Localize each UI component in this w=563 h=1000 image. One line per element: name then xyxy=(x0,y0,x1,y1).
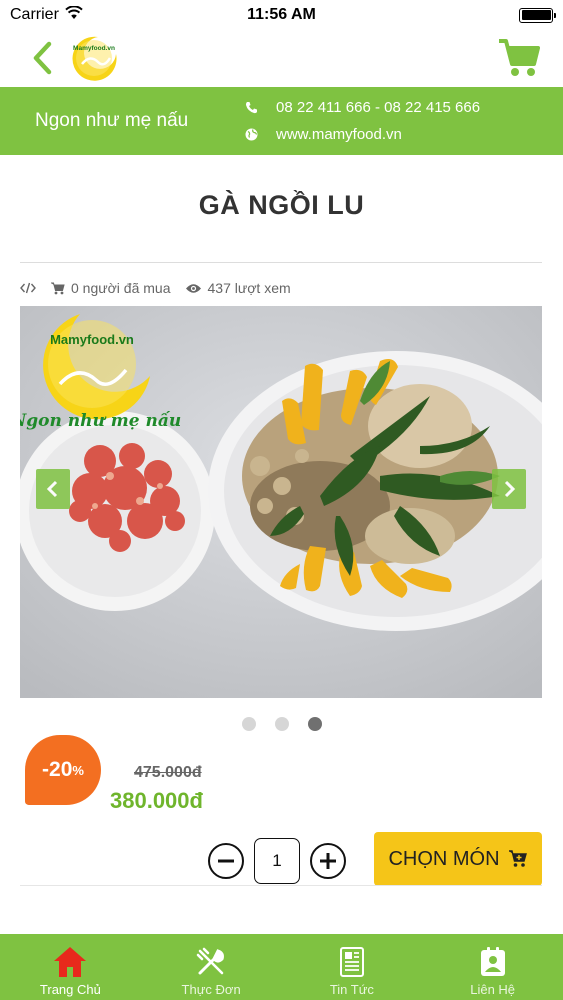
cart-icon xyxy=(499,39,540,76)
order-button[interactable]: CHỌN MÓN xyxy=(374,832,542,886)
website-link: www.mamyfood.vn xyxy=(276,126,402,143)
embed-code-icon[interactable] xyxy=(20,282,36,294)
phone-row[interactable]: 08 22 411 666 - 08 22 415 666 xyxy=(245,99,480,116)
carrier-label: Carrier xyxy=(10,6,59,23)
plus-icon xyxy=(320,853,336,869)
views-count: 437 lượt xem xyxy=(185,280,291,296)
bottom-tab-bar: Trang Chủ Thực Đơn Tin Tức Liên Hệ xyxy=(0,934,563,1000)
tab-menu-label: Thực Đơn xyxy=(181,982,241,997)
news-icon xyxy=(339,947,364,977)
back-button[interactable] xyxy=(28,38,56,78)
action-divider xyxy=(20,885,542,886)
wifi-icon xyxy=(65,4,83,25)
discount-percent: % xyxy=(72,762,84,778)
gallery-pagination xyxy=(0,717,563,731)
pagination-dot-3[interactable] xyxy=(307,717,322,731)
views-text: 437 lượt xem xyxy=(207,280,291,296)
tab-news[interactable]: Tin Tức xyxy=(282,934,423,1000)
cart-plus-icon xyxy=(508,850,527,867)
tab-contact-label: Liên Hệ xyxy=(470,982,516,997)
header-logo-text: Mamyfood.vn xyxy=(73,45,115,52)
pagination-dot-1[interactable] xyxy=(241,717,256,731)
gallery-next-button[interactable] xyxy=(492,469,526,509)
minus-icon xyxy=(218,859,234,863)
battery-icon xyxy=(519,7,556,23)
nav-bar: Mamyfood.vn xyxy=(0,30,563,86)
old-price: 475.000đ xyxy=(134,764,202,781)
increment-button[interactable] xyxy=(310,843,346,879)
status-bar: Carrier 11:56 AM xyxy=(0,0,563,30)
globe-icon xyxy=(245,128,258,141)
current-price: 380.000đ xyxy=(110,788,203,813)
quantity-input[interactable] xyxy=(254,838,300,884)
product-gallery[interactable]: Mamyfood.vn Ngon như mẹ nấu xyxy=(20,306,542,698)
contact-icon xyxy=(480,947,505,976)
discount-badge: -20% xyxy=(25,735,101,805)
pagination-dot-2[interactable] xyxy=(274,717,289,731)
tab-news-label: Tin Tức xyxy=(329,982,374,997)
chevron-right-icon xyxy=(504,480,516,498)
order-button-label: CHỌN MÓN xyxy=(388,847,500,870)
phone-numbers: 08 22 411 666 - 08 22 415 666 xyxy=(276,99,481,116)
website-row[interactable]: www.mamyfood.vn xyxy=(245,126,480,143)
phone-icon xyxy=(245,102,257,114)
home-icon xyxy=(54,947,87,977)
decrement-button[interactable] xyxy=(208,843,244,879)
quantity-stepper xyxy=(208,838,346,884)
product-photo: Mamyfood.vn Ngon như mẹ nấu xyxy=(20,306,542,698)
watermark-brand: Mamyfood.vn xyxy=(50,332,134,347)
banner-slogan: Ngon như mẹ nấu xyxy=(35,110,189,131)
product-meta: 0 người đã mua 437 lượt xem xyxy=(20,278,291,298)
discount-value: -20 xyxy=(42,758,73,781)
watermark-slogan: Ngon như mẹ nấu xyxy=(20,411,181,431)
tab-contact[interactable]: Liên Hệ xyxy=(422,934,563,1000)
status-time: 11:56 AM xyxy=(247,6,316,23)
cart-button[interactable] xyxy=(495,34,543,82)
utensils-icon xyxy=(196,947,225,975)
tab-home[interactable]: Trang Chủ xyxy=(0,934,141,1000)
cart-small-icon xyxy=(51,282,65,294)
tab-home-label: Trang Chủ xyxy=(39,982,101,997)
gallery-prev-button[interactable] xyxy=(36,469,70,509)
eye-icon xyxy=(185,283,201,293)
chevron-left-icon xyxy=(46,480,58,498)
tab-menu[interactable]: Thực Đơn xyxy=(141,934,282,1000)
banner-contacts: 08 22 411 666 - 08 22 415 666 www.mamyfo… xyxy=(245,99,480,143)
info-banner: Ngon như mẹ nấu 08 22 411 666 - 08 22 41… xyxy=(0,87,563,155)
status-left: Carrier xyxy=(10,4,83,25)
buyers-count: 0 người đã mua xyxy=(50,280,171,296)
chevron-left-icon xyxy=(33,41,52,75)
buyers-text: 0 người đã mua xyxy=(71,280,171,296)
title-divider xyxy=(20,262,542,263)
product-title: GÀ NGỒI LU xyxy=(198,190,365,220)
header-logo[interactable]: Mamyfood.vn xyxy=(68,34,120,82)
